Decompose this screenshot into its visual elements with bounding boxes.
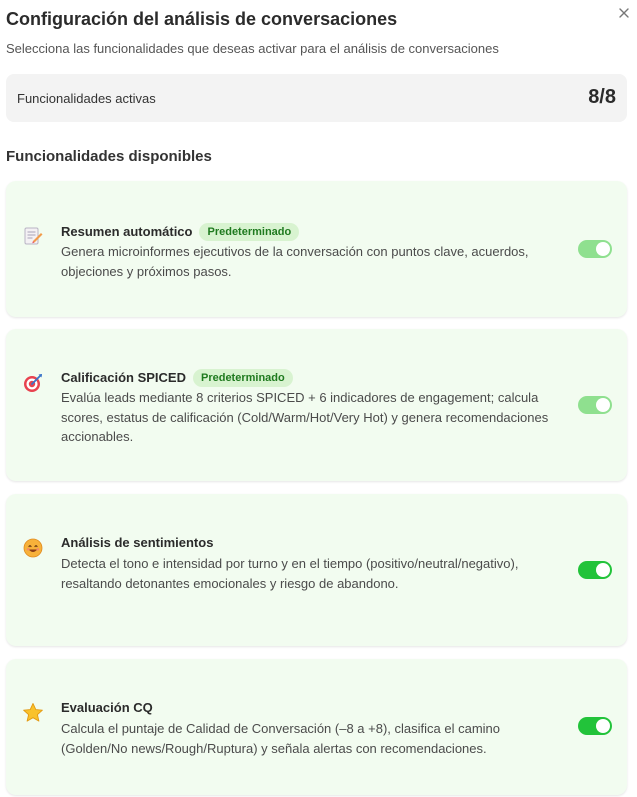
- dialog-subtitle: Selecciona las funcionalidades que desea…: [6, 41, 499, 56]
- feature-name: Resumen automático Predeterminado: [61, 223, 300, 241]
- memo-icon: [24, 227, 43, 245]
- default-badge: Predeterminado: [199, 223, 300, 241]
- toggle-knob: [596, 398, 610, 412]
- feature-toggle-sentimientos[interactable]: [578, 561, 612, 579]
- target-icon: [24, 374, 42, 392]
- feature-name: Calificación SPICED Predeterminado: [61, 369, 293, 387]
- dialog-title: Configuración del análisis de conversaci…: [6, 9, 398, 29]
- section-title: Funcionalidades disponibles: [6, 148, 212, 165]
- feature-name: Análisis de sentimientos: [61, 535, 214, 550]
- feature-card-resumen: Resumen automático Predeterminado Genera …: [6, 181, 627, 317]
- feature-description: Detecta el tono e intensidad por turno y…: [61, 556, 519, 591]
- feature-card-sentimientos: Análisis de sentimientos Detecta el tono…: [6, 494, 627, 646]
- feature-card-cq: Evaluación CQ Calcula el puntaje de Cali…: [6, 659, 627, 795]
- feature-toggle-resumen[interactable]: [578, 240, 612, 258]
- feature-toggle-cq[interactable]: [578, 717, 612, 735]
- toggle-knob: [596, 563, 610, 577]
- feature-name: Evaluación CQ: [61, 700, 153, 715]
- close-icon[interactable]: [617, 6, 631, 20]
- feature-description: Calcula el puntaje de Calidad de Convers…: [61, 721, 500, 756]
- smile-icon: [23, 538, 43, 558]
- star-icon: [23, 703, 43, 722]
- feature-card-spiced: Calificación SPICED Predeterminado Evalúa…: [6, 329, 627, 481]
- feature-description: Genera microinformes ejecutivos de la co…: [61, 244, 529, 279]
- feature-description: Evalúa leads mediante 8 criterios SPICED…: [61, 390, 549, 444]
- feature-toggle-spiced[interactable]: [578, 396, 612, 414]
- active-features-summary: Funcionalidades activas 8/8: [6, 74, 627, 122]
- active-features-count: 8/8: [588, 86, 616, 108]
- default-badge: Predeterminado: [192, 369, 293, 387]
- toggle-knob: [596, 242, 610, 256]
- toggle-knob: [596, 719, 610, 733]
- active-features-label: Funcionalidades activas: [17, 91, 156, 106]
